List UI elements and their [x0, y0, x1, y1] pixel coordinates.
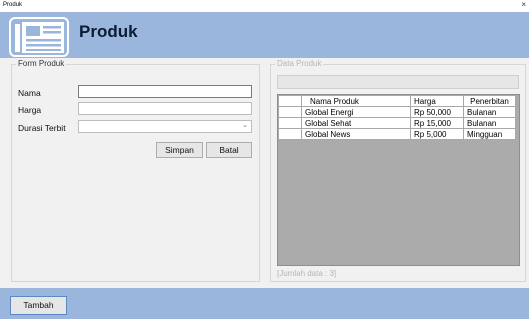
table-row[interactable]: Global News Rp 5,000 Mingguan: [278, 128, 516, 140]
nama-input[interactable]: [78, 85, 252, 98]
form-produk-group: Form Produk Nama Harga Durasi Terbit ⌄ S…: [11, 59, 260, 282]
harga-input[interactable]: [78, 102, 252, 115]
data-produk-group: Data Produk Nama Produk Harga Penerbitan…: [270, 59, 526, 282]
window-title: Produk: [3, 2, 23, 8]
column-header-penerbitan[interactable]: Penerbitan: [463, 95, 516, 107]
produk-table[interactable]: Nama Produk Harga Penerbitan Global Ener…: [277, 94, 520, 266]
row-header[interactable]: [278, 117, 302, 129]
durasi-terbit-label: Durasi Terbit: [18, 123, 66, 133]
table-header-row: Nama Produk Harga Penerbitan: [278, 95, 516, 107]
column-header-harga[interactable]: Harga: [410, 95, 464, 107]
durasi-terbit-select[interactable]: ⌄: [78, 120, 252, 133]
main-area: Form Produk Nama Harga Durasi Terbit ⌄ S…: [0, 58, 529, 288]
cell-harga[interactable]: Rp 5,000: [410, 128, 464, 140]
window-titlebar: Produk ×: [0, 0, 529, 12]
simpan-button[interactable]: Simpan: [156, 142, 203, 158]
table-row[interactable]: Global Energi Rp 50,000 Bulanan: [278, 106, 516, 118]
row-header[interactable]: [278, 106, 302, 118]
nama-label: Nama: [18, 88, 41, 98]
table-row[interactable]: Global Sehat Rp 15,000 Bulanan: [278, 117, 516, 129]
tambah-button[interactable]: Tambah: [10, 296, 67, 315]
newspaper-icon: [9, 17, 69, 57]
harga-label: Harga: [18, 105, 42, 115]
cell-harga[interactable]: Rp 15,000: [410, 117, 464, 129]
cell-harga[interactable]: Rp 50,000: [410, 106, 464, 118]
cell-penerbitan[interactable]: Bulanan: [463, 106, 516, 118]
page-title: Produk: [79, 22, 138, 41]
cell-nama-produk[interactable]: Global Energi: [301, 106, 411, 118]
jumlah-data-label: [Jumlah data : 3]: [277, 269, 337, 278]
cell-nama-produk[interactable]: Global News: [301, 128, 411, 140]
row-header-corner: [278, 95, 302, 107]
close-icon[interactable]: ×: [521, 0, 526, 9]
cell-nama-produk[interactable]: Global Sehat: [301, 117, 411, 129]
cell-penerbitan[interactable]: Mingguan: [463, 128, 516, 140]
column-header-nama-produk[interactable]: Nama Produk: [301, 95, 411, 107]
batal-button[interactable]: Batal: [206, 142, 252, 158]
footer-bar: Tambah: [0, 288, 529, 319]
form-produk-legend: Form Produk: [16, 59, 67, 68]
cell-penerbitan[interactable]: Bulanan: [463, 117, 516, 129]
row-header[interactable]: [278, 128, 302, 140]
chevron-down-icon[interactable]: ⌄: [242, 121, 248, 129]
data-produk-legend: Data Produk: [275, 59, 324, 68]
search-input[interactable]: [277, 75, 519, 89]
header-bar: Produk: [0, 12, 529, 58]
